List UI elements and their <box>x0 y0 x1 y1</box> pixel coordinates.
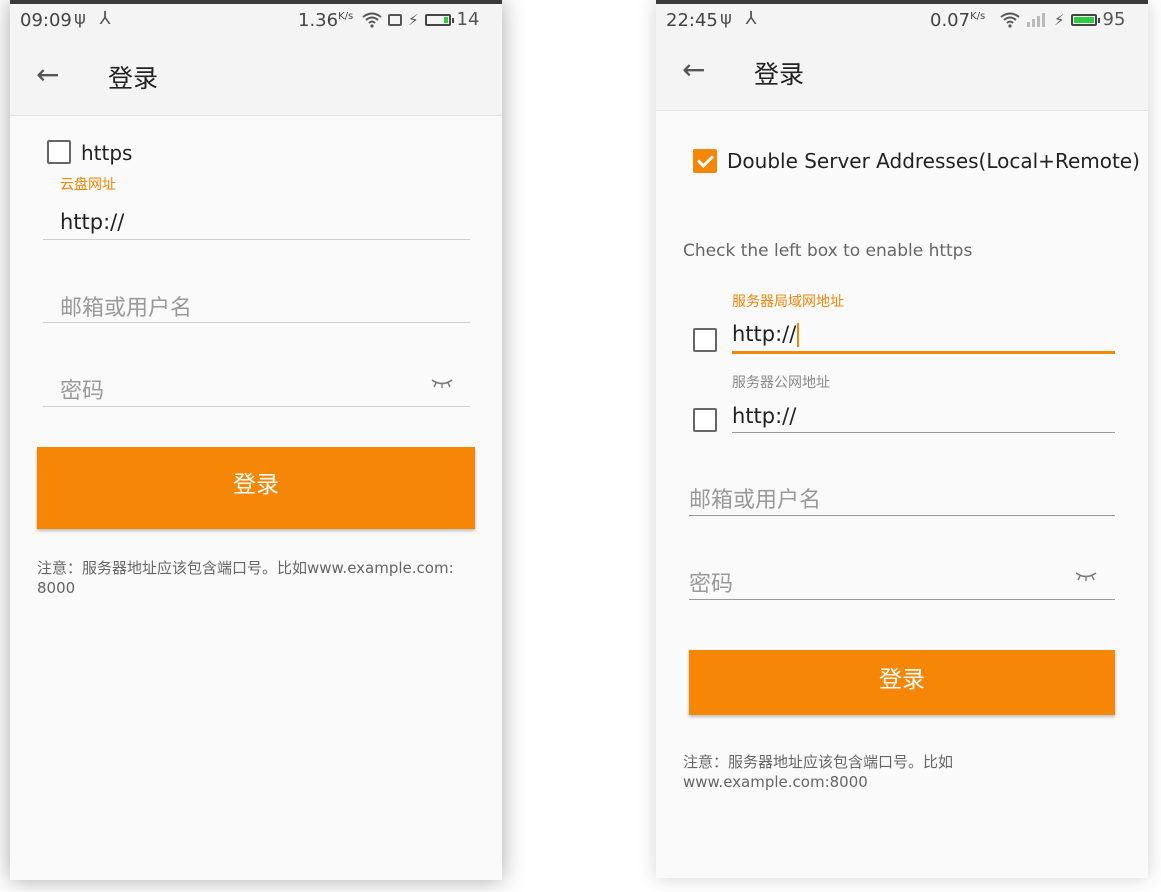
sim-icon <box>388 13 402 26</box>
page-title: 登录 <box>108 64 159 93</box>
server-url-label: 云盘网址 <box>60 177 116 193</box>
password-input[interactable]: 密码 <box>689 566 733 598</box>
port-note: 注意：服务器地址应该包含端口号。比如 www.example.com:8000 <box>683 752 953 792</box>
username-underline <box>43 322 470 323</box>
port-note: 注意：服务器地址应该包含端口号。比如www.example.com: 8000 <box>37 558 454 598</box>
charging-icon: ⚡ <box>1054 10 1065 29</box>
username-input[interactable]: 邮箱或用户名 <box>689 482 821 514</box>
status-bar: 09:09 ψ ⅄ 1.36K/s ⚡ 14 <box>10 4 502 36</box>
port-note-line1: 注意：服务器地址应该包含端口号。比如www.example.com: <box>37 559 454 577</box>
local-https-checkbox[interactable] <box>693 328 717 352</box>
server-url-input[interactable]: http:// <box>60 210 124 234</box>
speed-unit: K/s <box>970 11 986 22</box>
page-title: 登录 <box>754 60 805 89</box>
https-hint: Check the left box to enable https <box>683 241 973 261</box>
username-input[interactable]: 邮箱或用户名 <box>60 290 192 322</box>
charging-icon: ⚡ <box>408 10 419 29</box>
network-speed: 1.36K/s <box>298 10 354 31</box>
login-button[interactable]: 登录 <box>37 447 475 529</box>
double-server-checkbox[interactable] <box>693 149 717 173</box>
phone-right: 22:45 ψ ⅄ 0.07K/s ⚡ 95 ← 登录 Double Serve… <box>656 0 1148 878</box>
remote-address-label: 服务器公网地址 <box>732 375 830 391</box>
port-note-line2: 8000 <box>37 579 76 597</box>
password-underline <box>43 406 470 407</box>
status-right-icons: ⚡ 95 <box>1000 9 1125 30</box>
app-bar: ← 登录 <box>10 36 502 116</box>
speed-unit: K/s <box>338 11 354 22</box>
battery-level: 95 <box>1102 9 1126 30</box>
port-note-line1: 注意：服务器地址应该包含端口号。比如 <box>683 753 954 771</box>
https-checkbox[interactable] <box>47 140 71 164</box>
battery-level: 14 <box>456 9 480 30</box>
status-bar: 22:45 ψ ⅄ 0.07K/s ⚡ 95 <box>656 4 1148 36</box>
phone-left: 09:09 ψ ⅄ 1.36K/s ⚡ 14 ← 登录 https 云盘网址 h… <box>10 0 502 880</box>
remote-https-checkbox[interactable] <box>693 408 717 432</box>
status-right-icons: ⚡ 14 <box>362 9 479 30</box>
wifi-icon <box>1000 12 1020 28</box>
remote-address-underline <box>732 432 1115 433</box>
login-button[interactable]: 登录 <box>689 650 1115 715</box>
server-url-underline <box>43 239 470 240</box>
status-time: 22:45 <box>666 10 718 31</box>
status-time: 09:09 <box>20 10 72 31</box>
https-label: https <box>81 141 133 165</box>
remote-address-input[interactable]: http:// <box>732 404 796 428</box>
usb-icon: ψ ⅄ <box>720 8 761 29</box>
port-note-line2: www.example.com:8000 <box>683 773 868 791</box>
battery-icon <box>1070 13 1100 26</box>
battery-icon <box>424 13 454 26</box>
app-bar: ← 登录 <box>656 36 1148 111</box>
password-underline <box>689 599 1115 600</box>
double-server-label: Double Server Addresses(Local+Remote) <box>727 149 1140 173</box>
wifi-icon <box>362 12 382 28</box>
back-arrow-icon[interactable]: ← <box>36 61 59 89</box>
eye-closed-icon[interactable] <box>430 377 454 389</box>
signal-icon <box>1027 12 1045 27</box>
password-input[interactable]: 密码 <box>60 373 104 405</box>
back-arrow-icon[interactable]: ← <box>682 56 705 84</box>
eye-closed-icon[interactable] <box>1074 570 1098 582</box>
username-underline <box>689 515 1115 516</box>
text-cursor <box>797 323 800 347</box>
local-address-underline <box>732 351 1115 354</box>
network-speed: 0.07K/s <box>930 10 986 31</box>
usb-icon: ψ ⅄ <box>74 8 115 29</box>
local-address-label: 服务器局域网地址 <box>732 294 844 310</box>
local-address-input[interactable]: http:// <box>732 322 800 347</box>
